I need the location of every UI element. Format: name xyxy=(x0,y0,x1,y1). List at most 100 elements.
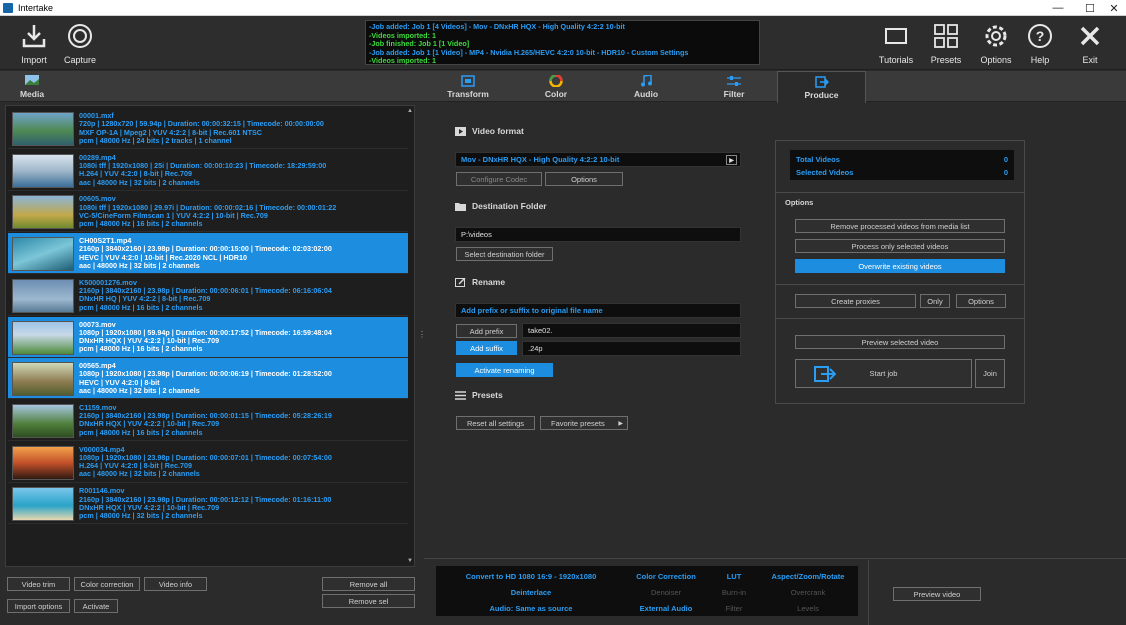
configure-codec-button[interactable]: Configure Codec xyxy=(456,172,542,186)
scroll-down-arrow-icon[interactable]: ▼ xyxy=(407,558,413,564)
summary-setting-denoiser[interactable]: Denoiser xyxy=(628,588,704,597)
import-options-button[interactable]: Import options xyxy=(7,599,70,613)
summary-setting-deinterlace[interactable]: Deinterlace xyxy=(436,588,626,597)
proxies-options-button[interactable]: Options xyxy=(956,294,1006,308)
media-list-item[interactable]: 00605.mov 1080i tff | 1920x1080 | 29.97i … xyxy=(8,191,408,233)
help-button[interactable]: ? Help xyxy=(1018,20,1062,66)
remove-processed-button[interactable]: Remove processed videos from media list xyxy=(795,219,1005,233)
destination-path-field[interactable]: P:\videos xyxy=(455,227,741,242)
activate-renaming-button[interactable]: Activate renaming xyxy=(456,363,553,377)
reset-all-settings-button[interactable]: Reset all settings xyxy=(456,416,535,430)
media-icon xyxy=(25,75,39,85)
media-meta: 00289.mp4 1080i tff | 1920x1080 | 25i | D… xyxy=(79,153,326,187)
tab-audio[interactable]: Audio xyxy=(620,71,672,102)
media-list-item[interactable]: 00565.mp4 1080p | 1920x1080 | 23.98p | Du… xyxy=(8,358,408,400)
app-logo-icon xyxy=(3,2,13,13)
media-list-item[interactable]: CH00S2T1.mp4 2160p | 3840x2160 | 23.98p |… xyxy=(8,233,408,275)
tab-color[interactable]: Color xyxy=(530,71,582,102)
options-title: Options xyxy=(785,198,814,207)
media-list-item[interactable]: 00289.mp4 1080i tff | 1920x1080 | 25i | D… xyxy=(8,150,408,191)
preview-video-button[interactable]: Preview video xyxy=(893,587,981,601)
divider xyxy=(868,560,869,625)
video-stats-box: Total Videos 0 Selected Videos 0 xyxy=(790,150,1014,180)
prefix-input[interactable]: take02. xyxy=(522,323,741,338)
media-meta: 00001.mxf 720p | 1280x720 | 59.94p | Dura… xyxy=(79,111,324,145)
format-options-button[interactable]: Options xyxy=(545,172,623,186)
summary-setting-burn-in[interactable]: Burn-in xyxy=(710,588,758,597)
favorite-presets-button[interactable]: Favorite presets ▶ xyxy=(540,416,628,430)
exit-button[interactable]: Exit xyxy=(1068,20,1112,66)
color-correction-button[interactable]: Color correction xyxy=(74,577,140,591)
media-info-line: aac | 48000 Hz | 32 bits | 2 channels xyxy=(79,177,200,187)
rename-hint: Add prefix or suffix to original file na… xyxy=(455,303,741,318)
tab-filter[interactable]: Filter xyxy=(708,71,760,102)
tab-media[interactable]: Media xyxy=(10,71,54,102)
media-list-item[interactable]: R001146.mov 2160p | 3840x2160 | 23.98p | … xyxy=(8,483,408,525)
media-list-item[interactable]: K500001276.mov 2160p | 3840x2160 | 23.98p… xyxy=(8,275,408,316)
video-trim-button[interactable]: Video trim xyxy=(7,577,70,591)
preview-selected-button[interactable]: Preview selected video xyxy=(795,335,1005,349)
presets-button[interactable]: Presets xyxy=(924,20,968,66)
summary-setting-levels[interactable]: Levels xyxy=(758,604,858,613)
settings-summary-grid: Convert to HD 1080 16:9 - 1920x1080 Color… xyxy=(436,566,858,616)
produce-icon xyxy=(814,76,829,88)
summary-setting-aspect-zoom-rotate[interactable]: Aspect/Zoom/Rotate xyxy=(758,572,858,581)
media-list-item[interactable]: 00001.mxf 720p | 1280x720 | 59.94p | Dura… xyxy=(8,108,408,149)
media-info-line: aac | 48000 Hz | 32 bits | 2 channels xyxy=(79,260,200,270)
tab-filter-label: Filter xyxy=(723,89,745,99)
tab-produce[interactable]: Produce xyxy=(777,71,866,103)
tutorials-button[interactable]: Tutorials xyxy=(874,20,918,66)
video-info-button[interactable]: Video info xyxy=(144,577,207,591)
video-format-select[interactable]: Mov - DNxHR HQX - High Quality 4:2:2 10-… xyxy=(455,152,741,167)
svg-text:?: ? xyxy=(1036,28,1045,44)
transform-icon xyxy=(461,75,475,87)
join-button[interactable]: Join xyxy=(975,359,1005,388)
summary-setting-overcrank[interactable]: Overcrank xyxy=(758,588,858,597)
suffix-input[interactable]: .24p xyxy=(522,341,741,356)
remove-all-button[interactable]: Remove all xyxy=(322,577,415,591)
video-thumbnail xyxy=(12,320,74,355)
import-button[interactable]: Import xyxy=(12,20,56,66)
log-line: -Videos imported: 1 xyxy=(369,57,436,65)
divider xyxy=(775,284,1025,285)
start-job-button[interactable]: Start job xyxy=(795,359,972,388)
remove-selected-button[interactable]: Remove sel xyxy=(322,594,415,608)
summary-setting-color-correction[interactable]: Color Correction xyxy=(628,572,704,581)
add-suffix-button[interactable]: Add suffix xyxy=(456,341,517,355)
panel-splitter-handle[interactable]: ⋮ xyxy=(418,330,426,339)
media-meta: 00073.mov 1080p | 1920x1080 | 59.94p | Du… xyxy=(79,320,332,354)
dropdown-arrow-icon[interactable]: ▶ xyxy=(726,155,737,165)
gear-icon xyxy=(985,25,1007,47)
tab-media-label: Media xyxy=(19,89,45,99)
import-icon xyxy=(22,25,46,48)
activate-button[interactable]: Activate xyxy=(74,599,118,613)
media-list-item[interactable]: C1159.mov 2160p | 3840x2160 | 23.98p | Du… xyxy=(8,400,408,441)
proxies-only-button[interactable]: Only xyxy=(920,294,950,308)
tab-transform[interactable]: Transform xyxy=(440,71,496,102)
create-proxies-button[interactable]: Create proxies xyxy=(795,294,916,308)
media-list-item[interactable]: 00073.mov 1080p | 1920x1080 | 59.94p | Du… xyxy=(8,316,408,358)
close-window-button[interactable]: ✕ xyxy=(1100,0,1126,16)
video-format-icon xyxy=(455,126,466,136)
summary-setting-filter[interactable]: Filter xyxy=(710,604,758,613)
add-prefix-button[interactable]: Add prefix xyxy=(456,324,517,338)
media-list-item[interactable]: V000034.mp4 1080p | 1920x1080 | 23.98p | … xyxy=(8,442,408,483)
media-list[interactable]: ▲ ▼ 00001.mxf 720p | 1280x720 | 59.94p | … xyxy=(5,105,415,567)
video-format-value: Mov - DNxHR HQX - High Quality 4:2:2 10-… xyxy=(461,155,620,164)
total-videos-label: Total Videos xyxy=(796,155,840,164)
summary-setting-lut[interactable]: LUT xyxy=(710,572,758,581)
process-only-selected-button[interactable]: Process only selected videos xyxy=(795,239,1005,253)
job-log: -Job added: Job 1 [4 Videos] - Mov - DNx… xyxy=(365,20,760,65)
music-note-icon xyxy=(641,75,652,87)
destination-label: Destination Folder xyxy=(472,201,547,211)
options-button[interactable]: Options xyxy=(974,20,1018,66)
log-line: -Job added: Job 1 [1 Video] - MP4 - Nvid… xyxy=(369,48,689,57)
minimize-button[interactable]: — xyxy=(1044,0,1072,16)
summary-setting-external-audio[interactable]: External Audio xyxy=(628,604,704,613)
overwrite-existing-toggle[interactable]: Overwrite existing videos xyxy=(795,259,1005,273)
select-destination-button[interactable]: Select destination folder xyxy=(456,247,553,261)
capture-button[interactable]: Capture xyxy=(58,20,102,66)
summary-setting-convert-to-hd-1080-16-9-1920x1080[interactable]: Convert to HD 1080 16:9 - 1920x1080 xyxy=(436,572,626,581)
summary-setting-audio-same-as-source[interactable]: Audio: Same as source xyxy=(436,604,626,613)
module-tabs: Media Transform Color Audio Filter Produ… xyxy=(0,71,1126,103)
